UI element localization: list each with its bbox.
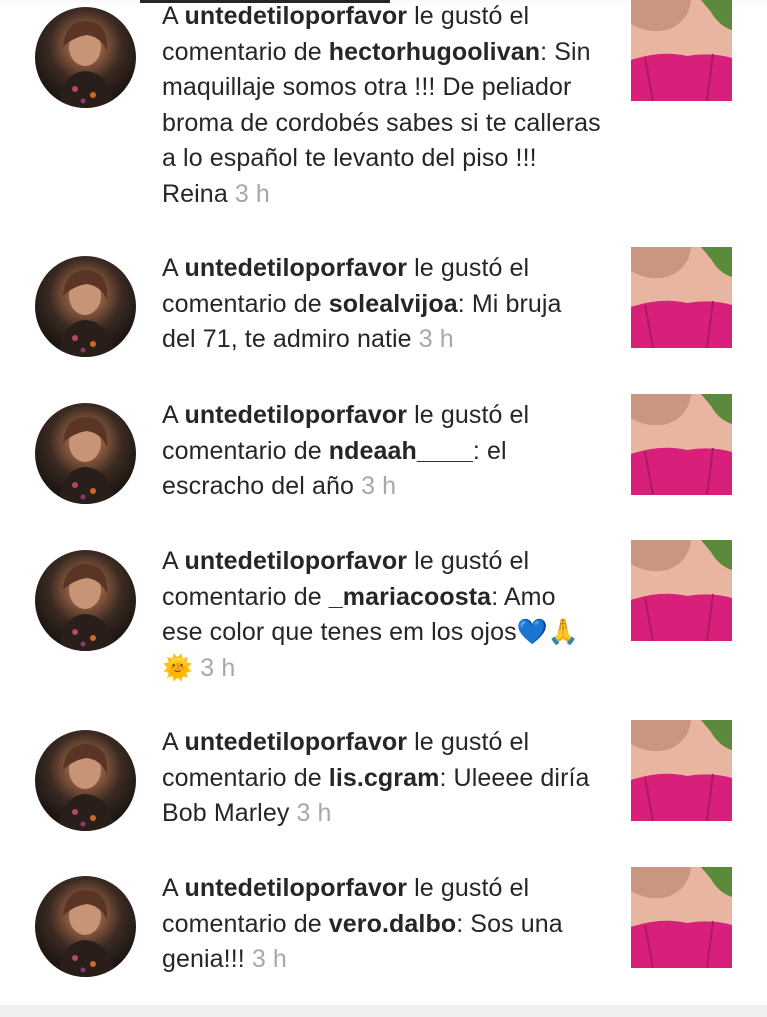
timestamp: 3 h (361, 472, 397, 500)
timestamp: 3 h (234, 179, 270, 208)
post-thumbnail[interactable] (631, 867, 732, 968)
prefix-label: A (162, 254, 185, 282)
post-thumbnail[interactable] (631, 0, 732, 101)
actor-username[interactable]: untedetiloporfavor (184, 254, 407, 282)
post-thumbnail[interactable] (631, 394, 732, 495)
prefix-label: A (162, 874, 185, 902)
prefix-label: A (162, 401, 185, 429)
prefix-label: A (162, 728, 185, 756)
commenter-username[interactable]: solealvijoa (329, 290, 458, 318)
actor-username[interactable]: untedetiloporfavor (184, 874, 407, 902)
commenter-username[interactable]: hectorhugoolivan (329, 38, 540, 66)
prefix-label: A (162, 2, 185, 30)
bottom-divider (0, 1005, 767, 1017)
avatar[interactable] (35, 550, 136, 651)
actor-username[interactable]: untedetiloporfavor (184, 728, 407, 756)
notification-text: A untedetiloporfavor le gustó el comenta… (162, 544, 602, 686)
notification-text: A untedetiloporfavor le gustó el comenta… (162, 0, 602, 212)
avatar[interactable] (35, 7, 136, 108)
avatar[interactable] (35, 403, 136, 504)
timestamp: 3 h (296, 799, 332, 827)
actor-username[interactable]: untedetiloporfavor (184, 2, 407, 30)
avatar[interactable] (35, 730, 136, 831)
notification-text: A untedetiloporfavor le gustó el comenta… (162, 725, 602, 832)
post-thumbnail[interactable] (631, 720, 732, 821)
actor-username[interactable]: untedetiloporfavor (184, 547, 407, 575)
prefix-label: A (162, 547, 185, 575)
timestamp: 3 h (418, 325, 454, 353)
notification-text: A untedetiloporfavor le gustó el comenta… (162, 871, 602, 978)
notification-text: A untedetiloporfavor le gustó el comenta… (162, 398, 602, 505)
post-thumbnail[interactable] (631, 247, 732, 348)
avatar[interactable] (35, 256, 136, 357)
commenter-username[interactable]: ndeaah____ (329, 437, 473, 465)
commenter-username[interactable]: lis.cgram (329, 764, 440, 792)
timestamp: 3 h (200, 653, 236, 682)
timestamp: 3 h (251, 945, 287, 973)
activity-feed[interactable]: A untedetiloporfavor le gustó el comenta… (0, 0, 767, 1017)
commenter-username[interactable]: vero.dalbo (329, 910, 456, 938)
post-thumbnail[interactable] (631, 540, 732, 641)
notification-text: A untedetiloporfavor le gustó el comenta… (162, 251, 602, 358)
avatar[interactable] (35, 876, 136, 977)
actor-username[interactable]: untedetiloporfavor (184, 401, 407, 429)
commenter-username[interactable]: _mariacoosta (329, 583, 491, 611)
